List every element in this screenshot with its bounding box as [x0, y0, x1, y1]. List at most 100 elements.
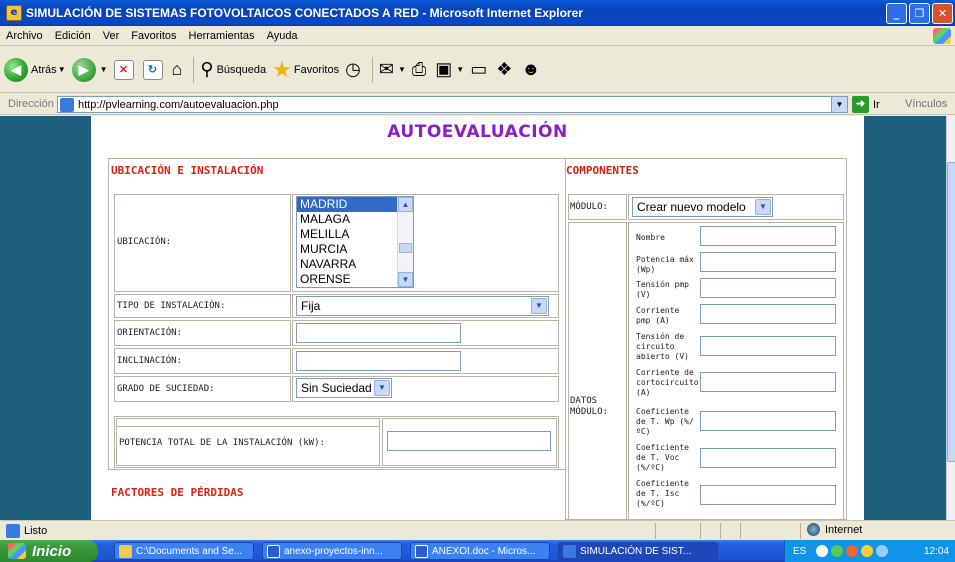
location-option[interactable]: MADRID: [297, 197, 397, 212]
zone-label: Internet: [825, 523, 863, 536]
tray-app-icon[interactable]: [876, 545, 889, 557]
menu-edicion[interactable]: Edición: [49, 30, 97, 42]
coef-wp-input[interactable]: [700, 411, 836, 431]
page-icon: [60, 97, 74, 112]
messenger-tray-icon[interactable]: [846, 545, 859, 557]
corriente-cortocircuito-input[interactable]: [700, 372, 836, 392]
mail-icon: ✉: [378, 59, 394, 79]
page-scrollbar-thumb[interactable]: [947, 162, 955, 462]
research-icon: ❖: [496, 59, 513, 79]
field-label-tension-circuito-abierto: Tensión de circuito abierto (V): [636, 332, 689, 361]
coef-isc-input[interactable]: [700, 485, 836, 505]
location-option[interactable]: MURCIA: [297, 242, 397, 257]
location-option[interactable]: NAVARRA: [297, 257, 397, 272]
task-button-ie[interactable]: SIMULACIÓN DE SIST...: [558, 542, 718, 560]
chevron-up-icon[interactable]: ▲: [398, 197, 413, 212]
task-button-explorer[interactable]: C:\Documents and Se...: [114, 542, 254, 560]
language-indicator[interactable]: ES: [793, 546, 806, 557]
home-button[interactable]: ⌂: [172, 59, 186, 80]
forward-button[interactable]: ▶ ▼: [71, 57, 108, 82]
tipo-instalacion-select[interactable]: Fija ▼: [296, 296, 549, 316]
forward-arrow-icon: ▶: [71, 57, 96, 82]
history-button[interactable]: ◷: [345, 59, 364, 80]
status-divider: [740, 523, 741, 539]
stop-button[interactable]: ✕: [113, 59, 137, 80]
page-scrollbar[interactable]: [946, 116, 955, 520]
tension-pmp-input[interactable]: [700, 278, 836, 298]
suciedad-select[interactable]: Sin Suciedad ▼: [296, 378, 392, 398]
scrollbar-thumb[interactable]: [399, 243, 412, 253]
links-button[interactable]: Vínculos: [905, 98, 947, 110]
inclinacion-label: INCLINACIÓN:: [117, 356, 183, 366]
orientacion-input[interactable]: [296, 323, 461, 343]
close-button[interactable]: ✕: [932, 3, 953, 24]
print-button[interactable]: ⎙: [412, 59, 429, 80]
chevron-down-icon[interactable]: ▼: [755, 199, 771, 215]
clock: 12:04: [923, 545, 949, 557]
globe-icon: [807, 523, 820, 536]
field-label-coef-wp: Coeficiente de T. Wp (%/ºC): [636, 407, 694, 436]
corriente-pmp-input[interactable]: [700, 304, 836, 324]
ubicacion-label: UBICACIÓN:: [117, 237, 172, 247]
word-icon: [415, 544, 428, 558]
refresh-icon: ↻: [142, 59, 163, 80]
address-input[interactable]: http://pvlearning.com/autoevaluacion.php…: [57, 96, 848, 113]
nombre-input[interactable]: [700, 226, 836, 246]
mail-button[interactable]: ✉ ▼: [379, 59, 406, 80]
chevron-down-icon: ▼: [397, 65, 406, 74]
menu-ayuda[interactable]: Ayuda: [261, 30, 304, 42]
start-button[interactable]: Inicio: [0, 540, 98, 562]
folder-button[interactable]: ▭: [470, 59, 490, 80]
system-tray: ES 12:04: [784, 540, 955, 562]
windows-logo-icon: [933, 28, 951, 44]
location-option[interactable]: MALAGA: [297, 212, 397, 227]
menu-archivo[interactable]: Archivo: [0, 30, 49, 42]
location-listbox[interactable]: MADRID MALAGA MELILLA MURCIA NAVARRA ORE…: [296, 196, 414, 288]
search-button[interactable]: ⚲ Búsqueda: [200, 59, 266, 80]
field-label-potencia-max: Potencia máx (Wp): [636, 255, 694, 274]
inclinacion-input[interactable]: [296, 351, 461, 371]
back-arrow-icon: ◀: [4, 57, 28, 82]
task-button-word-1[interactable]: anexo-proyectos-inn...: [262, 542, 402, 560]
task-label: C:\Documents and Se...: [136, 545, 243, 557]
field-label-tension-pmp: Tensión pmp (V): [636, 280, 689, 299]
datos-modulo-label-cell: [568, 222, 627, 520]
maximize-button[interactable]: ❐: [909, 3, 930, 24]
go-button[interactable]: ➜ Ir: [852, 96, 880, 113]
refresh-button[interactable]: ↻: [142, 59, 166, 80]
modulo-select[interactable]: Crear nuevo modelo ▼: [632, 197, 773, 217]
tension-circuito-abierto-input[interactable]: [700, 336, 836, 356]
potencia-input[interactable]: [387, 431, 551, 451]
chevron-down-icon[interactable]: ▼: [531, 298, 547, 314]
back-tray-icon[interactable]: [816, 545, 829, 557]
location-option[interactable]: MELILLA: [297, 227, 397, 242]
minimize-button[interactable]: _: [886, 3, 907, 24]
status-divider: [655, 523, 656, 539]
favorites-button[interactable]: ★ Favoritos: [272, 57, 339, 83]
chevron-down-icon[interactable]: ▼: [398, 272, 413, 287]
star-icon: ★: [272, 56, 292, 82]
task-button-word-2[interactable]: ANEXOI.doc - Micros...: [410, 542, 550, 560]
datos-modulo-label: DATOS MÓDULO:: [570, 396, 608, 417]
sound-icon[interactable]: [861, 545, 874, 557]
stop-icon: ✕: [113, 59, 134, 80]
chevron-down-icon[interactable]: ▼: [374, 380, 390, 396]
ie-icon: [563, 544, 576, 558]
menu-ver[interactable]: Ver: [97, 30, 126, 42]
modulo-value: Crear nuevo modelo: [637, 200, 746, 214]
potencia-max-input[interactable]: [700, 252, 836, 272]
menu-favoritos[interactable]: Favoritos: [125, 30, 182, 42]
edit-button[interactable]: ▣ ▼: [435, 59, 464, 80]
listbox-scrollbar[interactable]: ▲ ▼: [397, 197, 413, 287]
network-icon[interactable]: [831, 545, 844, 557]
messenger-button[interactable]: ☻: [521, 59, 543, 80]
address-url: http://pvlearning.com/autoevaluacion.php: [78, 98, 279, 111]
location-option[interactable]: ORENSE: [297, 272, 397, 287]
back-button[interactable]: ◀ Atrás ▼: [4, 57, 66, 82]
task-label: anexo-proyectos-inn...: [284, 545, 383, 557]
messenger-icon: ☻: [521, 59, 541, 79]
research-button[interactable]: ❖: [496, 59, 515, 80]
menu-herramientas[interactable]: Herramientas: [183, 30, 261, 42]
chevron-down-icon[interactable]: ▼: [831, 97, 847, 112]
coef-voc-input[interactable]: [700, 448, 836, 468]
